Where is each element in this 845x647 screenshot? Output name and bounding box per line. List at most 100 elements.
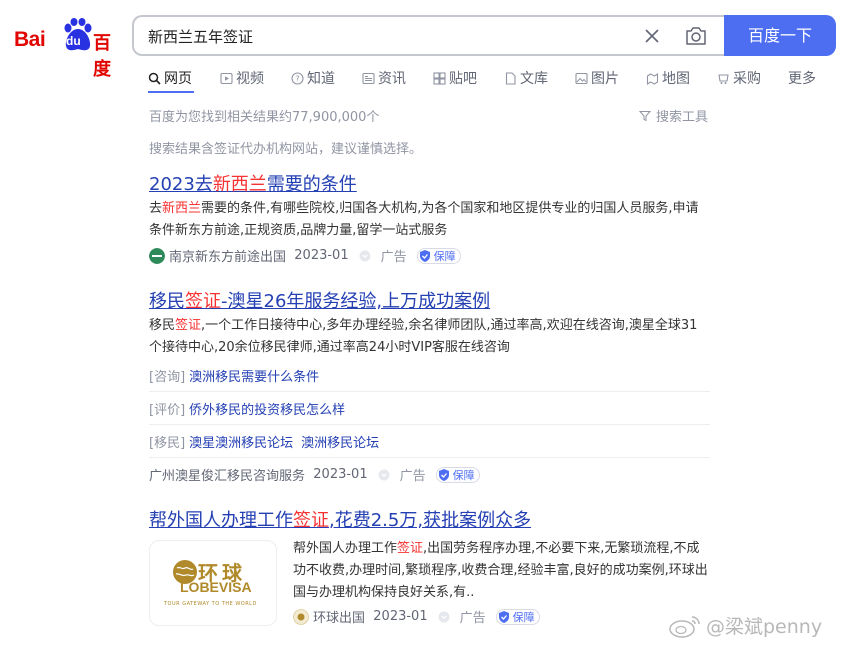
source-date: 2023-01 [294, 248, 349, 263]
tab-more[interactable]: 更多 [788, 67, 816, 89]
result-title[interactable]: 2023去新西兰需要的条件 [149, 170, 357, 196]
sublink[interactable]: 澳洲移民需要什么条件 [189, 366, 319, 385]
desc-highlight: 新西兰 [162, 201, 202, 216]
source-name[interactable]: 环球出国 [313, 607, 365, 626]
result-source: 广州澳星俊汇移民咨询服务 2023-01 广告 保障 [149, 465, 480, 484]
ad-label: 广告 [399, 469, 426, 484]
desc-highlight: 签证 [175, 318, 202, 333]
search-box [132, 15, 726, 56]
chevron-down-icon[interactable] [359, 250, 371, 262]
sublink-category: [咨询] [149, 369, 186, 385]
shield-icon [419, 249, 430, 262]
tab-tieba[interactable]: 贴吧 [433, 67, 477, 89]
tab-label: 文库 [520, 71, 548, 87]
search-tools-label: 搜索工具 [656, 110, 709, 125]
source-date: 2023-01 [373, 609, 428, 624]
tab-label: 更多 [788, 71, 816, 87]
document-icon [505, 71, 516, 85]
sublink-row: [移民] 澳星澳洲移民论坛 澳洲移民论坛 [149, 425, 710, 458]
logo-text-cn: 百度 [93, 33, 111, 80]
watermark-text: @梁斌penny [706, 616, 823, 638]
search-tools[interactable]: 搜索工具 [639, 106, 708, 125]
video-icon [220, 72, 233, 84]
ad-label: 广告 [459, 611, 486, 626]
favicon [293, 608, 309, 625]
guarantee-label: 保障 [452, 468, 475, 482]
search-button[interactable]: 百度一下 [724, 15, 836, 56]
desc-highlight: 签证 [397, 541, 424, 556]
tab-label: 知道 [307, 71, 335, 87]
logo-text-bai: Bai [14, 28, 46, 51]
ad-label: 广告 [380, 250, 407, 265]
sublink[interactable]: 侨外移民的投资移民怎么样 [189, 399, 345, 418]
logo-text-du: du [66, 34, 81, 48]
tieba-icon [433, 71, 446, 85]
source-name[interactable]: 南京新东方前途出国 [169, 246, 286, 265]
title-part: ,花费2.5万,获批案例众多 [329, 510, 532, 531]
title-part: 移民 [149, 291, 185, 312]
result-description: 帮外国人办理工作签证,出国劳务程序办理,不必要下来,无繁琐流程,不成功不收费,办… [293, 538, 711, 604]
question-icon: ? [291, 71, 304, 85]
title-highlight: 新西兰 [212, 174, 267, 195]
agency-notice: 搜索结果含签证代办机构网站，建议谨慎选择。 [149, 142, 423, 157]
tab-label: 网页 [164, 71, 192, 87]
active-tab-indicator [148, 91, 194, 93]
image-icon [575, 72, 588, 84]
shield-icon [438, 468, 449, 481]
title-highlight: 签证 [293, 510, 329, 531]
favicon [149, 247, 165, 264]
title-highlight: 签证 [185, 291, 221, 312]
weibo-watermark: @梁斌penny [668, 612, 822, 639]
news-icon [362, 72, 375, 84]
tab-label: 采购 [733, 71, 761, 87]
desc-part: 去 [149, 201, 163, 216]
result-count: 百度为您找到相关结果约77,900,000个 [149, 110, 380, 125]
tab-news[interactable]: 资讯 [362, 67, 406, 89]
desc-part: 移民 [149, 318, 176, 333]
result-thumbnail[interactable]: 环球 LOBEVISA TOUR GATEWAY TO THE WORLD [149, 540, 277, 626]
tab-web[interactable]: 网页 [148, 67, 192, 89]
sublink-category: [移民] [149, 435, 186, 451]
tab-images[interactable]: 图片 [575, 67, 619, 89]
baidu-logo[interactable]: Bai du 百度 [14, 18, 118, 80]
tab-label: 地图 [662, 71, 690, 87]
camera-icon[interactable] [684, 25, 708, 47]
title-part: 2023去 [149, 174, 213, 195]
guarantee-label: 保障 [512, 610, 535, 624]
weibo-icon [669, 615, 700, 638]
title-part: 需要的条件 [266, 174, 357, 195]
tab-label: 视频 [236, 71, 264, 87]
sublink[interactable]: 澳洲移民论坛 [301, 432, 379, 451]
guarantee-badge: 保障 [435, 466, 480, 483]
desc-part: 需要的条件,有哪些院校,归国各大机构,为各个国家和地区提供专业的归国人员服务,申… [149, 201, 699, 238]
sublink-row: [咨询] 澳洲移民需要什么条件 [149, 359, 710, 392]
sublink-category: [评价] [149, 402, 186, 418]
guarantee-label: 保障 [433, 249, 456, 263]
source-name[interactable]: 广州澳星俊汇移民咨询服务 [149, 465, 305, 484]
result-title[interactable]: 帮外国人办理工作签证,花费2.5万,获批案例众多 [149, 506, 531, 532]
result-description: 移民签证,一个工作日接待中心,多年办理经验,余名律师团队,通过率高,欢迎在线咨询… [149, 315, 704, 359]
tab-map[interactable]: 地图 [646, 67, 690, 89]
tab-zhidao[interactable]: ? 知道 [291, 67, 335, 89]
search-input[interactable] [148, 24, 628, 48]
tab-label: 资讯 [378, 71, 406, 87]
tab-label: 图片 [591, 71, 619, 87]
shield-icon [498, 610, 509, 623]
tab-wenku[interactable]: 文库 [504, 67, 548, 89]
clear-icon[interactable] [642, 26, 662, 46]
thumb-tagline: TOUR GATEWAY TO THE WORLD [164, 601, 257, 607]
guarantee-badge: 保障 [495, 608, 540, 625]
svg-text:?: ? [295, 74, 299, 83]
title-part: -澳星26年服务经验,上万成功案例 [221, 291, 491, 312]
result-title[interactable]: 移民签证-澳星26年服务经验,上万成功案例 [149, 287, 490, 313]
guarantee-badge: 保障 [416, 247, 461, 264]
map-icon [646, 72, 659, 85]
desc-part: 帮外国人办理工作 [293, 541, 398, 556]
chevron-down-icon[interactable] [438, 611, 450, 623]
result-source: 南京新东方前途出国 2023-01 广告 保障 [149, 246, 461, 265]
tab-video[interactable]: 视频 [220, 67, 264, 89]
sublink[interactable]: 澳星澳洲移民论坛 [189, 432, 293, 451]
tab-label: 贴吧 [449, 71, 477, 87]
tab-purchase[interactable]: 采购 [717, 67, 761, 89]
chevron-down-icon[interactable] [378, 469, 390, 481]
